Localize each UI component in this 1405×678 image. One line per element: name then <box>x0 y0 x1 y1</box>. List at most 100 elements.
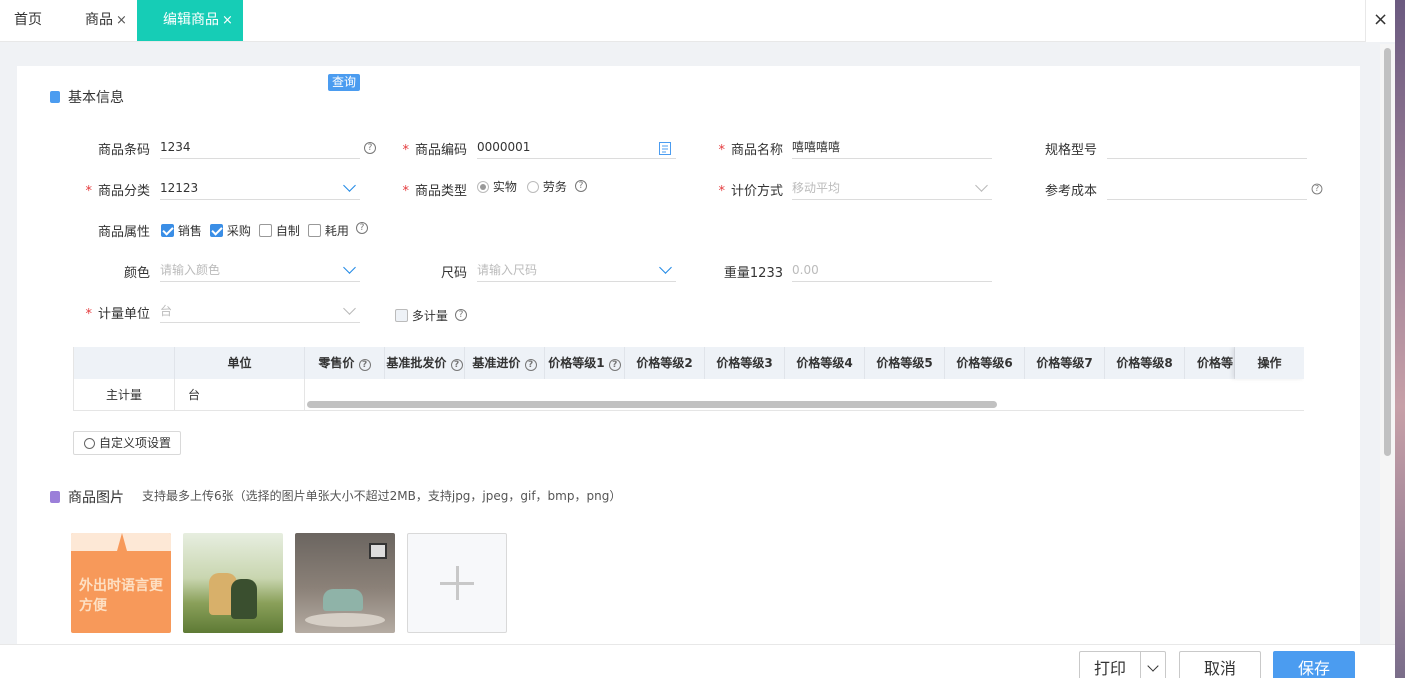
table-cell-unit-type: 主计量 <box>74 379 175 411</box>
barcode-generate-icon[interactable] <box>659 142 671 155</box>
help-icon[interactable]: ? <box>364 142 376 154</box>
pricing-label: * 计价方式 <box>718 184 783 199</box>
ref-cost-input[interactable] <box>1107 178 1307 200</box>
code-input[interactable]: 0000001 <box>477 137 676 159</box>
ref-cost-label: 参考成本 <box>1044 184 1097 199</box>
pricing-select[interactable]: 移动平均 <box>792 178 992 200</box>
unit-select[interactable]: 台 <box>160 301 360 323</box>
checkbox-icon[interactable] <box>259 224 272 237</box>
table-header: 价格等级1 ? <box>545 347 625 379</box>
type-radio-physical[interactable]: 实物 <box>477 178 517 195</box>
tab-edit-label: 编辑商品 <box>163 12 219 28</box>
background-strip <box>1395 0 1405 678</box>
table-cell-unit[interactable]: 台 <box>175 379 305 411</box>
vertical-scrollbar[interactable] <box>1380 44 1395 644</box>
help-icon[interactable]: ? <box>575 180 587 192</box>
color-select[interactable]: 请输入颜色 <box>160 260 360 282</box>
cancel-button[interactable]: 取消 <box>1179 651 1261 678</box>
weight-input[interactable]: 0.00 <box>792 260 992 282</box>
table-header: 价格等 <box>1185 347 1235 379</box>
attributes-label: 商品属性 <box>97 225 150 240</box>
print-dropdown-button[interactable] <box>1140 651 1166 678</box>
size-label: 尺码 <box>440 266 467 281</box>
help-icon[interactable]: ? <box>455 309 467 321</box>
close-all-tabs-button[interactable]: × <box>1365 0 1395 42</box>
table-cell-actions[interactable] <box>1235 379 1304 411</box>
gear-icon <box>84 438 95 449</box>
table-header: 基准批发价 ? <box>385 347 465 379</box>
help-icon[interactable]: ? <box>608 359 621 371</box>
radio-icon[interactable] <box>477 181 489 193</box>
checkbox-icon[interactable] <box>210 224 223 237</box>
query-button[interactable]: 查询 <box>328 74 360 91</box>
tab-home[interactable]: 首页 <box>14 0 42 41</box>
multi-unit-checkbox[interactable]: 多计量 <box>395 307 448 324</box>
close-icon[interactable]: × <box>116 13 127 28</box>
table-header: 价格等级5 <box>865 347 945 379</box>
help-icon[interactable]: ? <box>356 222 368 234</box>
chevron-down-icon <box>1147 660 1159 672</box>
color-label: 颜色 <box>123 266 150 281</box>
table-header: 价格等级8 <box>1105 347 1185 379</box>
document-icon <box>50 91 60 103</box>
tab-goods-label: 商品 <box>85 12 113 28</box>
chevron-down-icon <box>975 179 988 192</box>
category-select[interactable]: 12123 <box>160 178 360 200</box>
attr-purchase-checkbox[interactable]: 采购 <box>210 222 251 239</box>
name-input[interactable]: 嘻嘻嘻嘻 <box>792 137 992 159</box>
table-header-blank <box>74 347 175 379</box>
checkbox-icon[interactable] <box>161 224 174 237</box>
checkbox-icon[interactable] <box>395 309 408 322</box>
section-title: 基本信息 <box>68 90 124 106</box>
help-icon[interactable]: ? <box>358 359 371 371</box>
scrollbar-thumb[interactable] <box>1384 48 1391 456</box>
custom-fields-button[interactable]: 自定义项设置 <box>73 431 181 455</box>
tab-bar: 首页 商品 × 编辑商品 × <box>0 0 1395 42</box>
spec-input[interactable] <box>1107 137 1307 159</box>
spec-label: 规格型号 <box>1044 143 1097 158</box>
chevron-down-icon <box>659 261 672 274</box>
upload-tip: 支持最多上传6张（选择的图片单张大小不超过2MB，支持jpg，jpeg，gif，… <box>142 489 622 503</box>
product-image-3[interactable] <box>295 533 395 633</box>
print-button[interactable]: 打印 <box>1079 651 1141 678</box>
category-label: * 商品分类 <box>85 184 150 199</box>
table-header: 零售价 ? <box>305 347 385 379</box>
table-header: 价格等级7 <box>1025 347 1105 379</box>
image-icon <box>50 491 60 503</box>
attr-consume-checkbox[interactable]: 耗用 <box>308 222 349 239</box>
chevron-down-icon <box>343 302 356 315</box>
table-header-actions: 操作 <box>1235 347 1304 379</box>
attr-sales-checkbox[interactable]: 销售 <box>161 222 202 239</box>
chevron-down-icon <box>343 179 356 192</box>
weight-label: 重量1233 <box>723 266 783 281</box>
tab-edit-goods[interactable]: 编辑商品 × <box>137 0 243 41</box>
radio-icon[interactable] <box>527 181 539 193</box>
table-header: 基准进价 ? <box>465 347 545 379</box>
unit-label: * 计量单位 <box>85 307 150 322</box>
image-text: 外出时语言更方便 <box>79 578 163 614</box>
table-header: 价格等级6 <box>945 347 1025 379</box>
help-icon[interactable]: ? <box>1311 183 1323 195</box>
table-header: 价格等级2 <box>625 347 705 379</box>
barcode-label: 商品条码 <box>97 143 150 158</box>
checkbox-icon[interactable] <box>308 224 321 237</box>
barcode-input[interactable]: 1234 <box>160 137 360 159</box>
footer-bar: 打印 取消 保存 <box>0 644 1395 678</box>
table-horizontal-scrollbar[interactable] <box>307 401 997 408</box>
product-image-2[interactable] <box>183 533 283 633</box>
upload-image-button[interactable] <box>407 533 507 633</box>
save-button[interactable]: 保存 <box>1273 651 1355 678</box>
attr-selfmade-checkbox[interactable]: 自制 <box>259 222 300 239</box>
chevron-down-icon <box>343 261 356 274</box>
help-icon[interactable]: ? <box>450 359 463 371</box>
code-label: * 商品编码 <box>402 143 467 158</box>
close-icon[interactable]: × <box>222 13 233 28</box>
tab-goods[interactable]: 商品 × <box>85 0 127 41</box>
help-icon[interactable]: ? <box>524 359 537 371</box>
product-image-1[interactable]: 外出时语言更方便 <box>71 533 171 633</box>
type-radio-service[interactable]: 劳务 <box>527 178 567 195</box>
table-header: 价格等级4 <box>785 347 865 379</box>
section-title: 商品图片 <box>68 490 124 506</box>
table-header: 价格等级3 <box>705 347 785 379</box>
size-select[interactable]: 请输入尺码 <box>477 260 676 282</box>
